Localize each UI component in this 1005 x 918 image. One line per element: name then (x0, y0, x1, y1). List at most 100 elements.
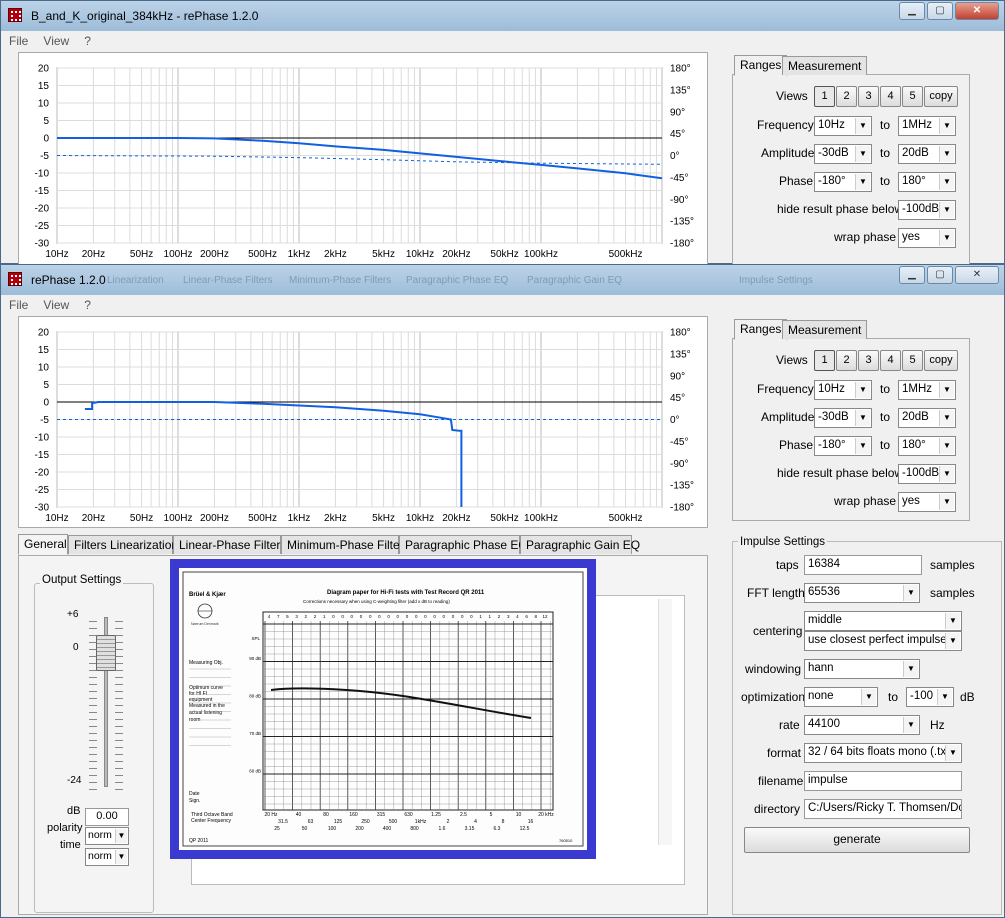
magnitude-phase-chart[interactable]: 20 15 10 5 0 -5 -10 -15 -20 -25 -30 180° 135° 90° 45° 0… (19, 53, 709, 265)
chevron-down-icon: ▼ (115, 829, 127, 843)
format-select[interactable]: 32 / 64 bits floats mono (.txt) ▼ (804, 743, 962, 763)
polarity-select[interactable]: norm ▼ (85, 827, 129, 845)
copy-button[interactable]: copy (924, 86, 958, 107)
optimization-select[interactable]: none ▼ (804, 687, 878, 707)
tab-minimum-phase-filters[interactable]: Minimum-Phase Filters (281, 535, 410, 554)
phase-from-select[interactable]: -180° ▼ (814, 172, 872, 192)
wrap-phase-select[interactable]: yes ▼ (898, 228, 956, 248)
frequency-from-select[interactable]: 10Hz ▼ (814, 116, 872, 136)
x-tick-label: 200Hz (200, 249, 229, 260)
list-scrollbar[interactable] (658, 599, 672, 845)
centering-select[interactable]: middle ▼ (804, 611, 962, 631)
phase-from-select[interactable]: -180° ▼ (814, 436, 872, 456)
menu-help[interactable]: ? (78, 295, 97, 312)
x-tick-label: 50kHz (490, 513, 518, 524)
view-button-3[interactable]: 3 (858, 350, 879, 371)
rate-label: rate (779, 718, 800, 732)
rate_unit-unit: Hz (930, 718, 945, 732)
filename-label: filename (758, 774, 804, 788)
title-bar[interactable]: B_and_K_original_384kHz - rePhase 1.2.0 … (1, 1, 1004, 31)
amplitude-from-select[interactable]: -30dB ▼ (814, 144, 872, 164)
x-tick-label: 5kHz (372, 513, 395, 524)
view-button-5[interactable]: 5 (902, 86, 923, 107)
gain-db-input[interactable]: 0.00 (85, 808, 129, 826)
phase-tick-label: -180° (670, 239, 694, 250)
freq-label: 8 (502, 819, 505, 825)
db-label: 80 dB (249, 694, 261, 699)
view-button-2[interactable]: 2 (836, 350, 857, 371)
y-tick-label: -15 (35, 186, 50, 197)
hide-phase-select[interactable]: -100dB ▼ (898, 464, 956, 484)
amplitude-to-select[interactable]: 20dB ▼ (898, 144, 956, 164)
menu-help[interactable]: ? (78, 31, 97, 48)
tab-paragraphic-gain-eq[interactable]: Paragraphic Gain EQ (520, 535, 640, 554)
paper-label: Date (189, 791, 200, 797)
frequency-to-select[interactable]: 1MHz ▼ (898, 380, 956, 400)
tab-measurement[interactable]: Measurement (782, 320, 868, 339)
x-tick-label: 100Hz (164, 513, 193, 524)
frequency-from-select[interactable]: 10Hz ▼ (814, 380, 872, 400)
close-button[interactable]: ✕ (955, 266, 999, 284)
view-button-3[interactable]: 3 (858, 86, 879, 107)
generate-button[interactable]: generate (744, 827, 970, 853)
gain-slider-thumb[interactable] (96, 635, 116, 671)
directory-input[interactable]: C:/Users/Ricky T. Thomsen/Dow (804, 799, 962, 819)
menu-view[interactable]: View (37, 295, 75, 312)
view-button-2[interactable]: 2 (836, 86, 857, 107)
phase-to-select[interactable]: 180° ▼ (898, 172, 956, 192)
wrap-phase-select[interactable]: yes ▼ (898, 492, 956, 512)
menu-file[interactable]: File (3, 31, 34, 48)
rate-select[interactable]: 44100 ▼ (804, 715, 920, 735)
y-tick-label: 15 (38, 81, 50, 92)
paper-label: Measured in the (189, 703, 225, 709)
y-tick-label: 0 (43, 134, 49, 145)
minimize-button[interactable]: ▁ (899, 2, 925, 20)
tab-ranges[interactable]: Ranges (734, 319, 788, 340)
fft_unit-unit: samples (930, 586, 975, 600)
maximize-button[interactable]: ▢ (927, 2, 953, 20)
paper-subtitle: Corrections necessary when using C-weigh… (303, 599, 450, 604)
menu-file[interactable]: File (3, 295, 34, 312)
tab-linear-phase-filters[interactable]: Linear-Phase Filters (173, 535, 286, 554)
filename-input[interactable]: impulse (804, 771, 962, 791)
view-button-1[interactable]: 1 (814, 350, 835, 371)
ghost-tab-label: Impulse Settings (739, 275, 813, 286)
frequency-to-select[interactable]: 1MHz ▼ (898, 116, 956, 136)
taps-label: taps (776, 558, 799, 572)
tab-ranges[interactable]: Ranges (734, 55, 788, 76)
title-bar[interactable]: rePhase 1.2.0 Linearization Linear-Phase… (1, 265, 1004, 295)
centering-mode-select[interactable]: use closest perfect impulse ▼ (804, 631, 962, 651)
tab-measurement[interactable]: Measurement (782, 56, 868, 75)
optimization-db-select[interactable]: -100 ▼ (906, 687, 954, 707)
hide-phase-select[interactable]: -100dB ▼ (898, 200, 956, 220)
taps-input[interactable]: 16384 (804, 555, 922, 575)
tab-filters-linearization[interactable]: Filters Linearization (68, 535, 178, 554)
amplitude-to-select[interactable]: 20dB ▼ (898, 408, 956, 428)
tab-paragraphic-phase-eq[interactable]: Paragraphic Phase EQ (399, 535, 528, 554)
chevron-down-icon: ▼ (939, 202, 954, 218)
x-tick-label: 500Hz (248, 513, 277, 524)
minimize-button[interactable]: ▁ (899, 266, 925, 284)
footer-right: 760510 (559, 838, 573, 843)
y-tick-label: -25 (35, 485, 50, 496)
hifi-diagram-paper: Brüel & Kjær Naerum Denmark Diagram paper … (182, 571, 584, 847)
menu-view[interactable]: View (37, 31, 75, 48)
view-button-5[interactable]: 5 (902, 350, 923, 371)
tab-general[interactable]: General (18, 534, 68, 555)
fft-length-select[interactable]: 65536 ▼ (804, 583, 920, 603)
db-label: 60 dB (249, 769, 261, 774)
windowing-select[interactable]: hann ▼ (804, 659, 920, 679)
spl-label: SPL (251, 636, 260, 641)
amplitude-from-select[interactable]: -30dB ▼ (814, 408, 872, 428)
view-button-4[interactable]: 4 (880, 350, 901, 371)
maximize-button[interactable]: ▢ (927, 266, 953, 284)
phase-to-select[interactable]: 180° ▼ (898, 436, 956, 456)
view-button-1[interactable]: 1 (814, 86, 835, 107)
copy-button[interactable]: copy (924, 350, 958, 371)
close-button[interactable]: ✕ (955, 2, 999, 20)
chevron-down-icon: ▼ (855, 438, 870, 454)
magnitude-phase-chart[interactable]: 20 15 10 5 0 -5 -10 -15 -20 -25 -30 180° 135° 90° 45° 0… (19, 317, 707, 527)
time-select[interactable]: norm ▼ (85, 848, 129, 866)
view-button-4[interactable]: 4 (880, 86, 901, 107)
freq-label: 80 (323, 812, 329, 818)
